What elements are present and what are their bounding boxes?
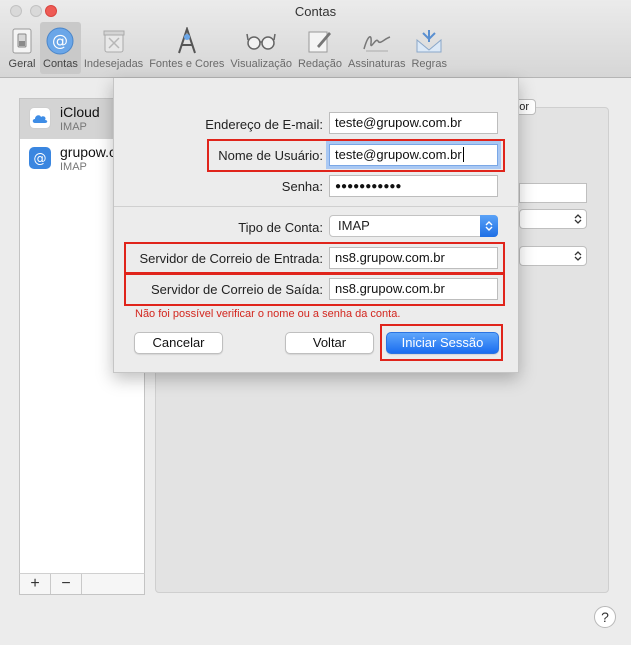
outgoing-server-label: Servidor de Correio de Saída: [151,282,323,297]
toolbar-indesejadas[interactable]: Indesejadas [81,22,146,74]
toolbar-geral[interactable]: Geral [4,22,40,74]
cloud-icon [29,107,51,129]
toolbar-label: Fontes e Cores [149,58,225,70]
at-icon: @ [45,27,75,55]
add-account-sheet: Endereço de E-mail: teste@grupow.com.br … [113,78,519,373]
account-type: IMAP [60,121,87,133]
toolbar-visualizacao[interactable]: Visualização [227,22,295,74]
toolbar-label: Contas [43,58,78,70]
window-titlebar: Contas Geral @ Contas Indesejadas Fontes… [0,0,631,78]
toolbar-label: Visualização [230,58,292,70]
email-field[interactable]: teste@grupow.com.br [329,112,498,134]
at-icon: @ [29,147,51,169]
outgoing-server-field[interactable]: ns8.grupow.com.br [329,278,498,300]
back-button[interactable]: Voltar [285,332,374,354]
error-message: Não foi possível verificar o nome ou a s… [135,308,401,320]
toolbar-fontes-e-cores[interactable]: Fontes e Cores [146,22,227,74]
toolbar-regras[interactable]: Regras [408,22,449,74]
rules-icon [414,27,444,55]
password-field[interactable]: ●●●●●●●●●●● [329,175,498,197]
password-label: Senha: [281,179,323,194]
svg-text:@: @ [52,31,68,50]
toolbar-label: Regras [411,58,447,70]
trash-icon [99,27,129,55]
sheet-divider [114,206,519,207]
add-account-button[interactable]: + [20,574,51,594]
toolbar-label: Geral [8,58,36,70]
switch-icon [7,27,37,55]
account-type-select[interactable]: IMAP [329,215,498,237]
username-field[interactable]: teste@grupow.com.br [329,144,498,166]
remove-account-button[interactable]: − [51,574,82,594]
text-caret [462,147,464,162]
account-type-value: IMAP [338,218,370,233]
pencil-icon [305,27,335,55]
toolbar-redacao[interactable]: Redação [295,22,345,74]
sign-in-button[interactable]: Iniciar Sessão [386,332,499,354]
svg-text:@: @ [34,152,47,167]
username-value: teste@grupow.com.br [335,147,462,162]
updown-chevron-icon [574,251,582,261]
window-title: Contas [294,4,337,19]
background-select[interactable] [519,209,587,229]
toolbar-label: Indesejadas [83,58,144,70]
updown-chevron-icon [480,215,498,237]
incoming-server-field[interactable]: ns8.grupow.com.br [329,247,498,269]
signature-icon [362,27,392,55]
cancel-button[interactable]: Cancelar [134,332,223,354]
updown-chevron-icon [574,214,582,224]
background-select[interactable] [519,246,587,266]
toolbar-assinaturas[interactable]: Assinaturas [345,22,408,74]
incoming-server-label: Servidor de Correio de Entrada: [139,251,323,266]
help-button[interactable]: ? [594,606,616,628]
background-text-field[interactable] [519,183,587,203]
username-label: Nome de Usuário: [218,148,323,163]
account-type-label: Tipo de Conta: [238,220,323,235]
glasses-icon [246,27,276,55]
account-type: IMAP [60,161,87,173]
font-icon [172,27,202,55]
toolbar-label: Redação [297,58,342,70]
toolbar-label: Assinaturas [348,58,406,70]
email-label: Endereço de E-mail: [205,117,323,132]
preferences-toolbar: Geral @ Contas Indesejadas Fontes e Core… [4,22,450,74]
accounts-list-controls: + − [19,573,145,595]
toolbar-contas[interactable]: @ Contas [40,22,81,74]
